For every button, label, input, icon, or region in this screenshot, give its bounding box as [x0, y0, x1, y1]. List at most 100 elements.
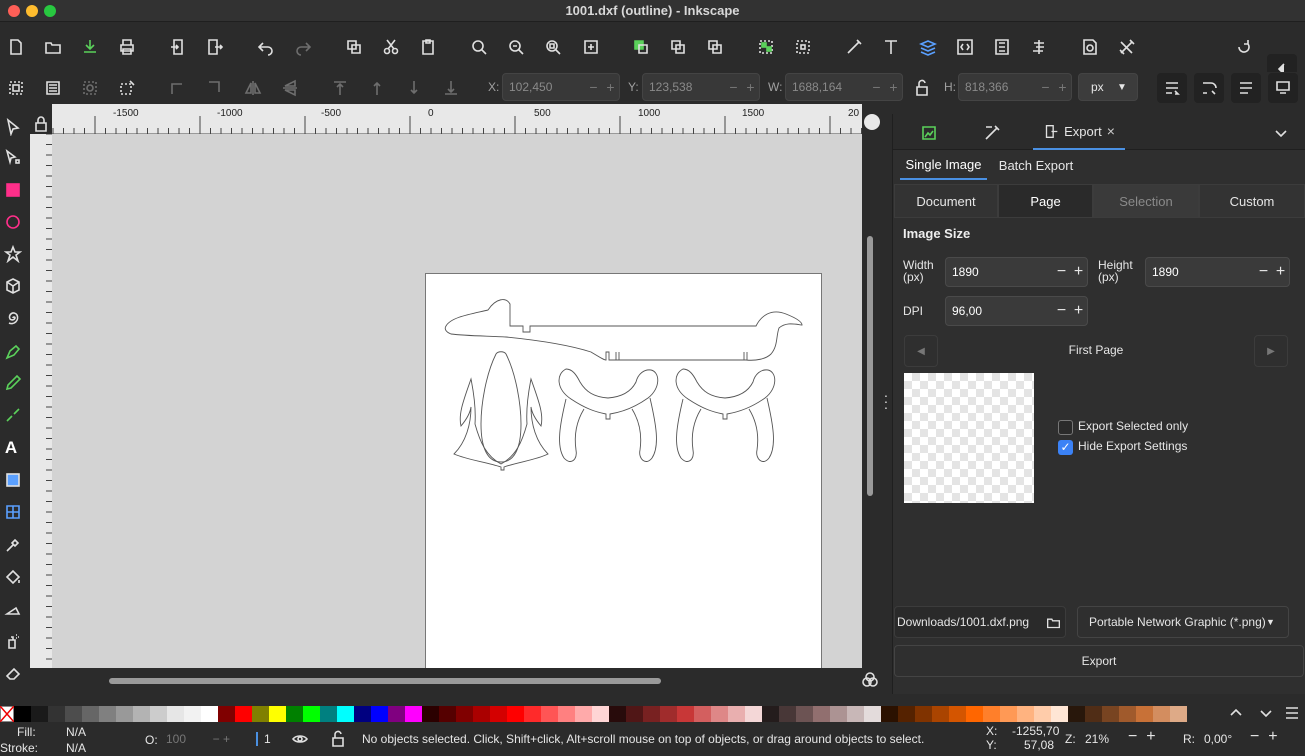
pen-tool-icon[interactable] — [2, 341, 24, 363]
opacity-stepper[interactable]: − + — [213, 732, 230, 746]
rotate-stepper[interactable]: − + — [1250, 728, 1278, 746]
pencil-tool-icon[interactable] — [2, 372, 24, 394]
folder-open-icon[interactable] — [1041, 612, 1065, 632]
lower-to-bottom-icon[interactable] — [441, 78, 461, 98]
color-swatch[interactable] — [1000, 706, 1017, 722]
object-properties-icon[interactable] — [992, 36, 1012, 58]
mesh-tool-icon[interactable] — [2, 501, 24, 523]
unlink-clone-icon[interactable] — [705, 36, 725, 58]
color-swatch[interactable] — [167, 706, 184, 722]
color-swatch[interactable] — [762, 706, 779, 722]
export-icon[interactable] — [205, 36, 225, 58]
h-stepper[interactable]: − + — [1037, 79, 1071, 95]
layer-value[interactable]: 1 — [264, 732, 271, 746]
color-swatch[interactable] — [677, 706, 694, 722]
color-swatch[interactable] — [745, 706, 762, 722]
color-swatch[interactable] — [898, 706, 915, 722]
color-swatch[interactable] — [711, 706, 728, 722]
lock-proportions-icon[interactable] — [912, 78, 932, 98]
color-swatch[interactable] — [1085, 706, 1102, 722]
color-swatch[interactable] — [388, 706, 405, 722]
horizontal-scrollbar-thumb[interactable] — [109, 678, 661, 684]
color-swatch[interactable] — [966, 706, 983, 722]
filetype-select[interactable]: Portable Network Graphic (*.png) ▼ — [1077, 606, 1289, 638]
next-page-button[interactable]: ▶ — [1254, 335, 1288, 367]
fill-stroke-tab-icon[interactable] — [981, 122, 1003, 144]
color-swatch[interactable] — [252, 706, 269, 722]
color-swatch[interactable] — [507, 706, 524, 722]
color-swatch[interactable] — [1136, 706, 1153, 722]
import-icon[interactable] — [168, 36, 188, 58]
rotate-cw-icon[interactable] — [205, 78, 225, 98]
star-tool-icon[interactable] — [2, 243, 24, 265]
color-swatch[interactable] — [1017, 706, 1034, 722]
zoom-drawing-icon[interactable] — [506, 36, 526, 58]
color-swatch[interactable] — [932, 706, 949, 722]
close-window-button[interactable] — [8, 5, 20, 17]
h-field[interactable]: 818,366 − + — [958, 73, 1072, 101]
hide-export-settings-checkbox[interactable]: ✓ — [1058, 440, 1073, 455]
select-all-icon[interactable] — [6, 78, 26, 98]
color-swatch[interactable] — [830, 706, 847, 722]
color-swatch[interactable] — [949, 706, 966, 722]
zoom-window-button[interactable] — [44, 5, 56, 17]
minimize-window-button[interactable] — [26, 5, 38, 17]
panel-handle-icon[interactable]: · · · — [882, 388, 890, 414]
eraser-tool-icon[interactable] — [2, 662, 24, 684]
color-swatch[interactable] — [626, 706, 643, 722]
color-swatch[interactable] — [915, 706, 932, 722]
cut-icon[interactable] — [381, 36, 401, 58]
color-swatch[interactable] — [1068, 706, 1085, 722]
color-swatch[interactable] — [473, 706, 490, 722]
dpi-field[interactable]: 96,00 − + — [945, 296, 1088, 326]
color-swatch[interactable] — [269, 706, 286, 722]
flip-vertical-icon[interactable] — [280, 78, 300, 98]
color-swatch[interactable] — [439, 706, 456, 722]
color-swatch[interactable] — [456, 706, 473, 722]
color-swatch[interactable] — [609, 706, 626, 722]
filename-field[interactable]: Downloads/1001.dxf.png — [894, 606, 1066, 638]
calligraphy-tool-icon[interactable] — [2, 404, 24, 426]
color-swatch[interactable] — [575, 706, 592, 722]
selector-tool-icon[interactable] — [2, 116, 24, 138]
color-swatch[interactable] — [201, 706, 218, 722]
color-swatch[interactable] — [864, 706, 881, 722]
color-swatch[interactable] — [983, 706, 1000, 722]
export-selected-only-checkbox[interactable] — [1058, 420, 1073, 435]
color-swatch[interactable] — [218, 706, 235, 722]
color-swatch[interactable] — [779, 706, 796, 722]
zoom-value[interactable]: 21% — [1085, 732, 1109, 746]
color-swatch[interactable] — [1119, 706, 1136, 722]
duplicate-icon[interactable] — [631, 36, 651, 58]
redo-icon[interactable] — [293, 36, 313, 58]
raise-icon[interactable] — [367, 78, 387, 98]
height-field[interactable]: 1890 − + — [1145, 257, 1290, 287]
color-swatch[interactable] — [847, 706, 864, 722]
y-stepper[interactable]: − + — [725, 79, 759, 95]
tab-batch-export[interactable]: Batch Export — [993, 150, 1079, 180]
color-swatch[interactable] — [354, 706, 371, 722]
color-swatch[interactable] — [150, 706, 167, 722]
zoom-center-icon[interactable] — [581, 36, 601, 58]
color-swatch[interactable] — [541, 706, 558, 722]
document-properties-tab-icon[interactable] — [918, 122, 940, 144]
color-swatch[interactable] — [1051, 706, 1068, 722]
flip-horizontal-icon[interactable] — [243, 78, 263, 98]
scale-radii-icon[interactable] — [1194, 73, 1224, 103]
paste-icon[interactable] — [418, 36, 438, 58]
x-field[interactable]: 102,450 − + — [502, 73, 620, 101]
undo-icon[interactable] — [256, 36, 276, 58]
color-swatch[interactable] — [524, 706, 541, 722]
color-swatch[interactable] — [184, 706, 201, 722]
move-patterns-icon[interactable] — [1268, 73, 1298, 103]
color-swatch[interactable] — [881, 706, 898, 722]
tweak-tool-icon[interactable] — [2, 598, 24, 620]
move-gradients-icon[interactable] — [1231, 73, 1261, 103]
x-stepper[interactable]: − + — [585, 79, 619, 95]
color-swatch[interactable] — [303, 706, 320, 722]
open-icon[interactable] — [43, 36, 63, 58]
vertical-scrollbar[interactable] — [862, 134, 880, 668]
color-swatch[interactable] — [14, 706, 31, 722]
color-swatch[interactable] — [133, 706, 150, 722]
color-swatch[interactable] — [371, 706, 388, 722]
